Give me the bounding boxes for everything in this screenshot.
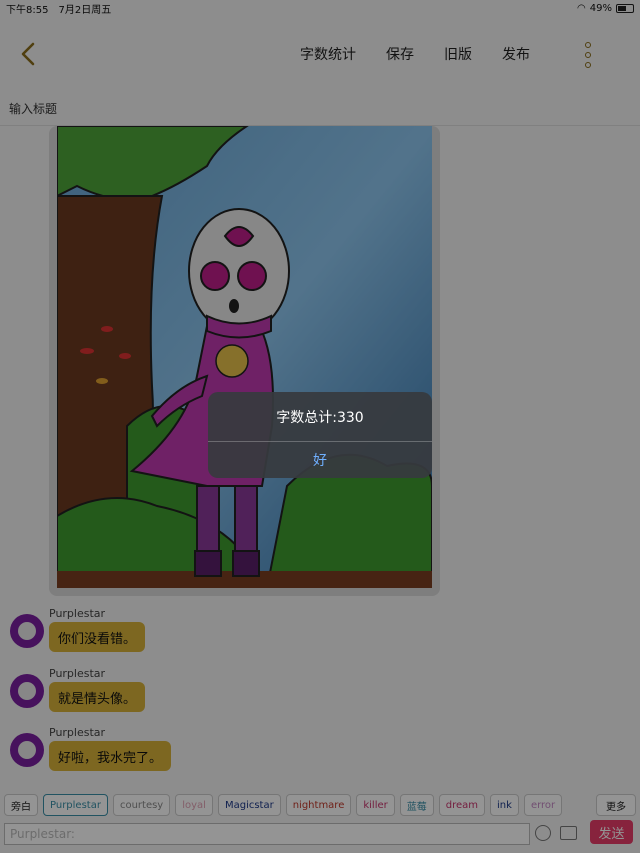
word-count-alert: 字数总计:330 好 — [208, 392, 432, 478]
alert-message: 字数总计:330 — [276, 409, 364, 426]
alert-ok-button[interactable]: 好 — [208, 442, 432, 478]
